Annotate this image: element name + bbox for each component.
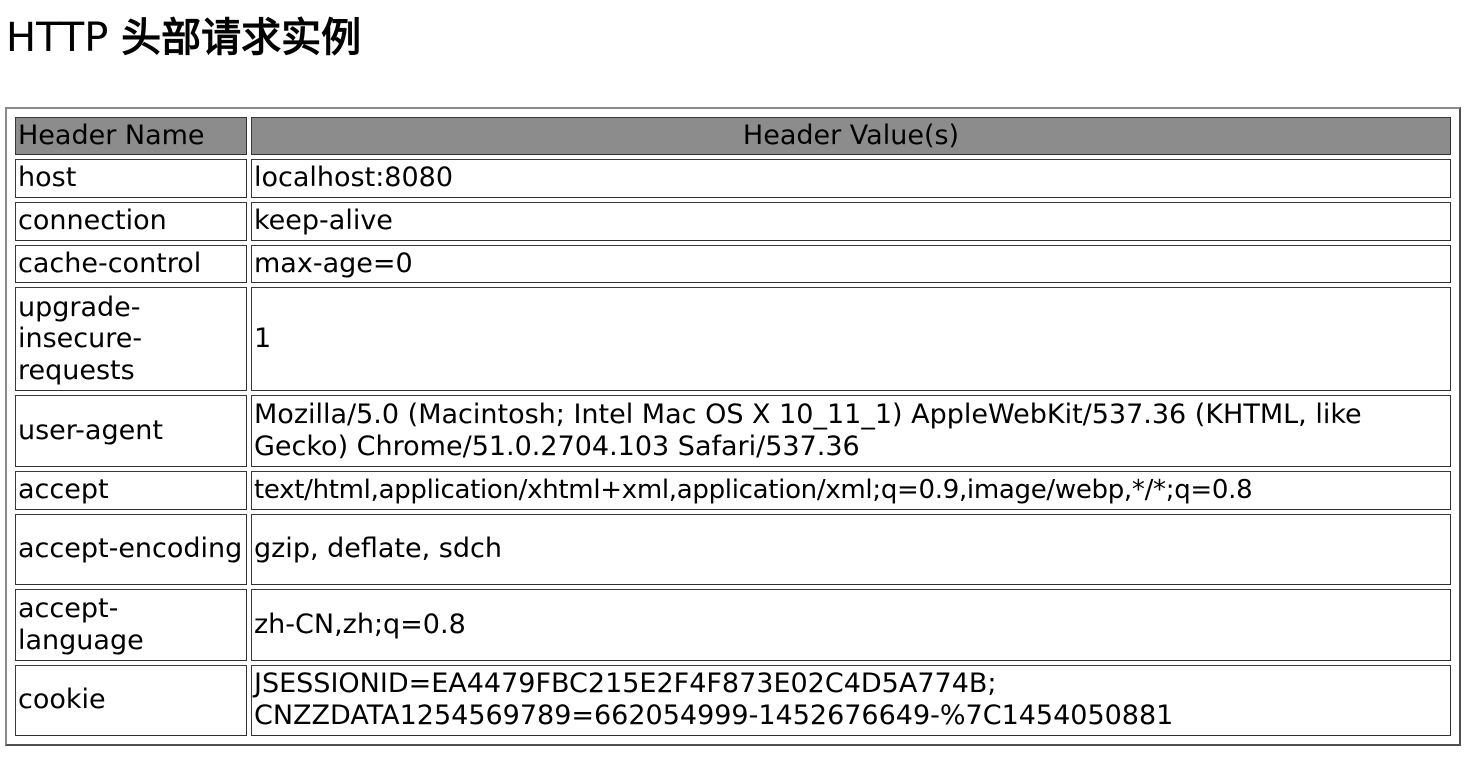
- table-row: cookie JSESSIONID=EA4479FBC215E2F4F873E0…: [15, 664, 1451, 736]
- table-row: accept-language zh-CN,zh;q=0.8: [15, 589, 1451, 661]
- headers-table-frame: Header Name Header Value(s) host localho…: [5, 107, 1461, 746]
- header-value-cell: zh-CN,zh;q=0.8: [251, 589, 1451, 661]
- header-name-cell: connection: [15, 201, 247, 241]
- header-value-cell: keep-alive: [251, 201, 1451, 241]
- header-name-column: Header Name: [15, 117, 247, 155]
- page-title: HTTP 头部请求实例: [6, 14, 361, 62]
- header-value-cell: localhost:8080: [251, 159, 1451, 198]
- header-value-cell: max-age=0: [251, 244, 1451, 284]
- header-name-cell: host: [15, 159, 247, 198]
- header-name-cell: upgrade-insecure-requests: [15, 287, 247, 392]
- table-header-row: Header Name Header Value(s): [15, 117, 1451, 155]
- page-title-prefix: HTTP: [6, 15, 122, 61]
- header-value-column: Header Value(s): [251, 117, 1451, 155]
- header-value-cell: JSESSIONID=EA4479FBC215E2F4F873E02C4D5A7…: [251, 664, 1451, 736]
- header-name-cell: cache-control: [15, 244, 247, 284]
- header-name-cell: accept: [15, 470, 247, 510]
- table-row: connection keep-alive: [15, 201, 1451, 241]
- page-title-main: 头部请求实例: [121, 15, 362, 61]
- table-row: upgrade-insecure-requests 1: [15, 287, 1451, 392]
- table-row: host localhost:8080: [15, 159, 1451, 198]
- header-value-cell: 1: [251, 287, 1451, 392]
- header-value-cell: gzip, deflate, sdch: [251, 513, 1451, 586]
- header-name-cell: accept-language: [15, 589, 247, 661]
- table-row: cache-control max-age=0: [15, 244, 1451, 284]
- header-value-cell: Mozilla/5.0 (Macintosh; Intel Mac OS X 1…: [251, 395, 1451, 467]
- header-value-cell: text/html,application/xhtml+xml,applicat…: [251, 470, 1451, 510]
- header-name-cell: accept-encoding: [15, 513, 247, 586]
- table-row: accept text/html,application/xhtml+xml,a…: [15, 470, 1451, 510]
- header-name-cell: user-agent: [15, 395, 247, 467]
- table-row: accept-encoding gzip, deflate, sdch: [15, 513, 1451, 586]
- headers-table: Header Name Header Value(s) host localho…: [11, 113, 1455, 740]
- table-row: user-agent Mozilla/5.0 (Macintosh; Intel…: [15, 395, 1451, 467]
- header-name-cell: cookie: [15, 664, 247, 736]
